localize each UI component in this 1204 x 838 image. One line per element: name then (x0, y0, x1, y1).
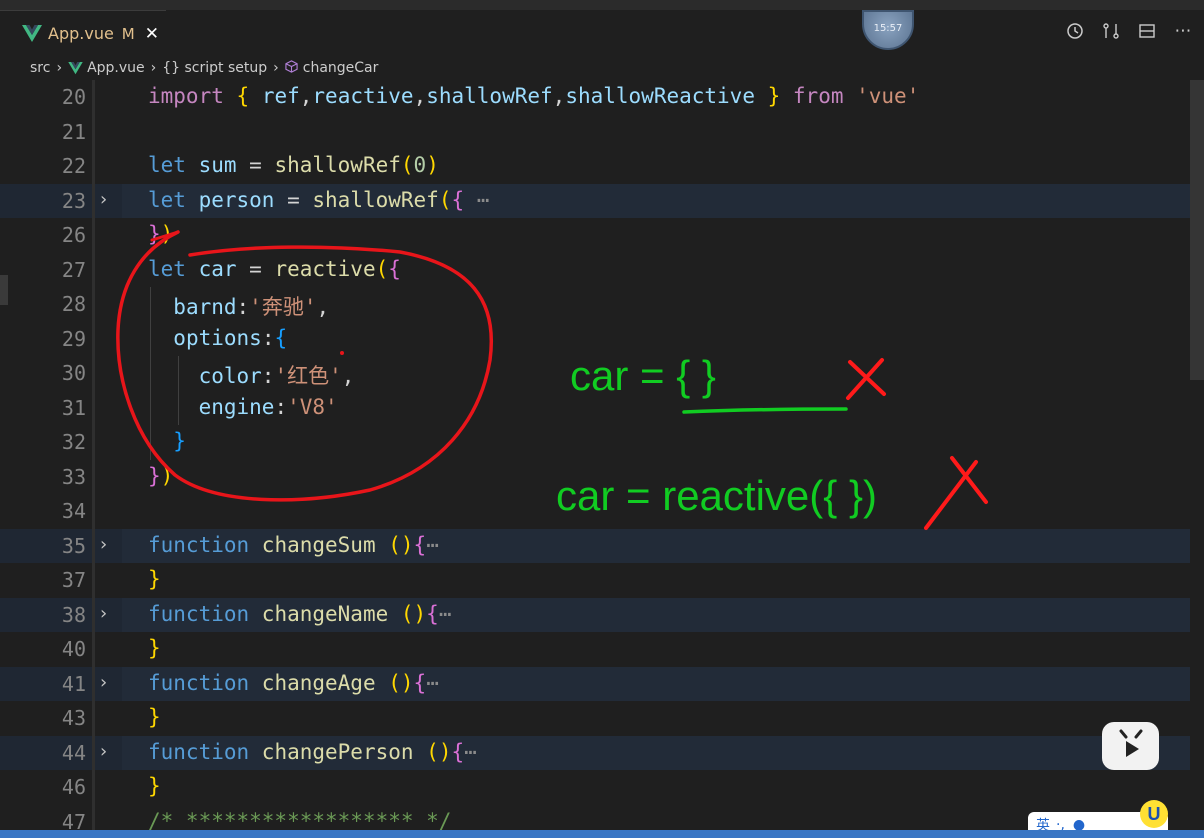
ime-badge-icon[interactable]: U (1140, 800, 1168, 828)
play-icon (1119, 729, 1142, 757)
bilibili-play-button[interactable] (1102, 722, 1159, 770)
annotation-layer (116, 230, 988, 530)
status-bar (0, 830, 1204, 838)
red-circle-annotation (116, 230, 493, 502)
red-dot (340, 351, 344, 355)
annotation-car-empty-object: car = { } (570, 352, 716, 399)
red-cross-mark-1 (846, 358, 886, 400)
annotation-car-reactive: car = reactive({ }) (556, 472, 877, 519)
scrollbar-thumb[interactable] (1190, 80, 1204, 380)
vertical-scrollbar[interactable] (1190, 80, 1204, 838)
green-underline (682, 407, 848, 414)
red-cross-mark-2 (924, 456, 988, 530)
